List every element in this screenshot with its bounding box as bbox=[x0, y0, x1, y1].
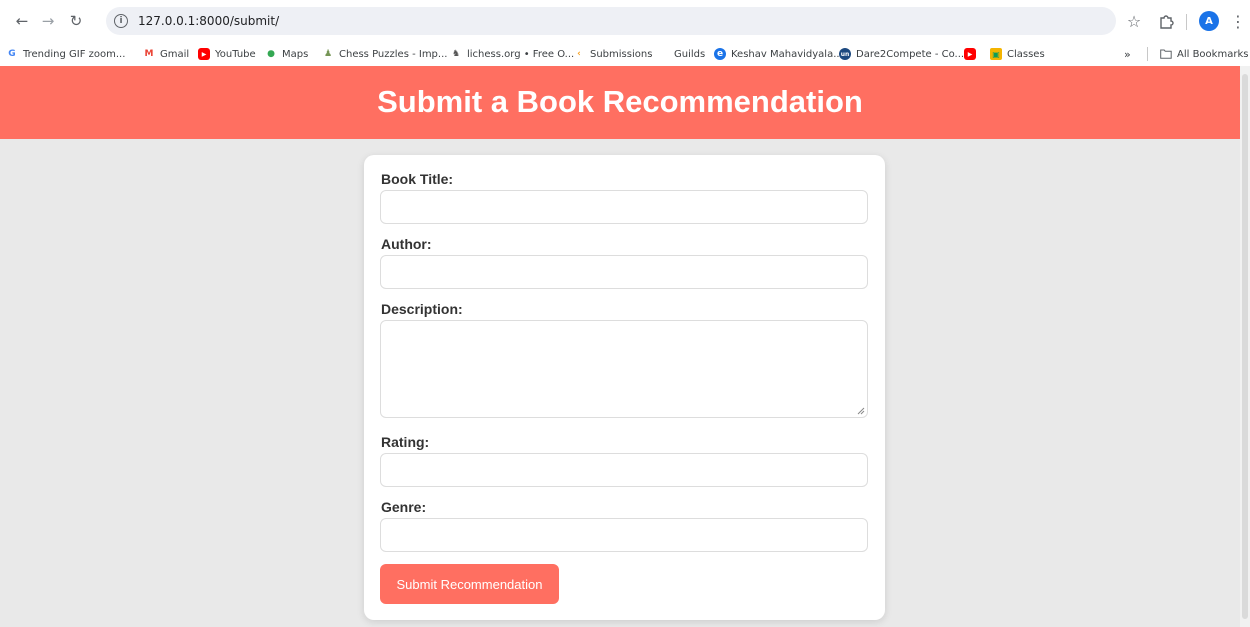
browser-toolbar: ← → ↻ i 127.0.0.1:8000/submit/ ☆ A ⋮ bbox=[0, 0, 1250, 42]
book-title-label: Book Title: bbox=[381, 171, 454, 187]
folder-icon bbox=[1160, 48, 1172, 60]
leetcode-icon: ‹ bbox=[577, 49, 581, 59]
book-title-input[interactable] bbox=[380, 190, 868, 224]
classroom-icon: ▣ bbox=[990, 48, 1002, 60]
page-scrollbar[interactable] bbox=[1240, 66, 1250, 627]
header-banner: Submit a Book Recommendation bbox=[0, 66, 1240, 139]
bookmark-lichess[interactable]: ♞ lichess.org • Free O... bbox=[450, 46, 574, 62]
bookmark-gmail[interactable]: M Gmail bbox=[143, 46, 190, 62]
bookmark-maps[interactable]: ● Maps bbox=[265, 46, 308, 62]
page-title: Submit a Book Recommendation bbox=[377, 83, 863, 119]
bookmark-keshav[interactable]: e Keshav Mahavidyala... bbox=[714, 46, 843, 62]
back-icon[interactable]: ← bbox=[10, 9, 34, 33]
author-input[interactable] bbox=[380, 255, 868, 289]
toolbar-divider bbox=[1186, 14, 1187, 30]
site-info-icon[interactable]: i bbox=[114, 14, 128, 28]
rating-input[interactable] bbox=[380, 453, 868, 487]
youtube-icon: ▶ bbox=[198, 48, 210, 60]
bookmarks-bar: G Trending GIF zoom... M Gmail ▶ YouTube ● M… bbox=[0, 42, 1250, 66]
profile-avatar[interactable]: A bbox=[1199, 11, 1219, 31]
gmail-icon: M bbox=[144, 49, 154, 59]
page-content: Submit a Book Recommendation Book Title:… bbox=[0, 66, 1240, 627]
chess-icon: ♟ bbox=[323, 49, 333, 59]
bookmark-submissions[interactable]: ‹ Submissions bbox=[573, 46, 652, 62]
bookmark-classes[interactable]: ▣ Classes bbox=[990, 46, 1045, 62]
all-bookmarks-button[interactable]: All Bookmarks bbox=[1160, 46, 1248, 62]
bookmark-chess-puzzles[interactable]: ♟ Chess Puzzles - Imp... bbox=[322, 46, 448, 62]
rating-label: Rating: bbox=[381, 434, 430, 450]
submit-recommendation-button[interactable]: Submit Recommendation bbox=[380, 564, 559, 604]
bookmark-trending-gif[interactable]: G Trending GIF zoom... bbox=[6, 46, 125, 62]
bookmark-dare2compete[interactable]: un Dare2Compete - Co... bbox=[839, 46, 964, 62]
lichess-icon: ♞ bbox=[451, 49, 461, 59]
description-textarea[interactable] bbox=[380, 320, 868, 418]
address-url[interactable]: 127.0.0.1:8000/submit/ bbox=[138, 14, 279, 28]
bookmark-guilds[interactable]: Guilds bbox=[674, 46, 705, 62]
description-wrapper bbox=[380, 320, 868, 418]
forward-icon[interactable]: → bbox=[36, 9, 60, 33]
description-label: Description: bbox=[381, 301, 463, 317]
scrollbar-thumb[interactable] bbox=[1242, 74, 1248, 619]
extensions-icon[interactable] bbox=[1154, 9, 1178, 33]
genre-input[interactable] bbox=[380, 518, 868, 552]
more-bookmarks-button[interactable]: » bbox=[1124, 46, 1131, 62]
chrome-icon: e bbox=[714, 48, 726, 60]
address-bar[interactable]: i 127.0.0.1:8000/submit/ bbox=[106, 7, 1116, 35]
google-icon: G bbox=[8, 49, 16, 59]
reload-icon[interactable]: ↻ bbox=[64, 9, 88, 33]
bookmarks-divider bbox=[1147, 47, 1148, 61]
bookmark-star-icon[interactable]: ☆ bbox=[1122, 9, 1146, 33]
genre-label: Genre: bbox=[381, 499, 427, 515]
unstop-icon: un bbox=[839, 48, 851, 60]
maps-icon: ● bbox=[267, 49, 275, 59]
youtube-icon: ▶ bbox=[964, 48, 976, 60]
bookmark-youtube[interactable]: ▶ YouTube bbox=[198, 46, 256, 62]
recommendation-form: Book Title: Author: Description: Rating:… bbox=[364, 155, 885, 620]
author-label: Author: bbox=[381, 236, 432, 252]
bookmark-youtube-2[interactable]: ▶ bbox=[964, 46, 981, 62]
menu-kebab-icon[interactable]: ⋮ bbox=[1226, 9, 1250, 33]
resize-grip-icon[interactable] bbox=[857, 407, 865, 415]
